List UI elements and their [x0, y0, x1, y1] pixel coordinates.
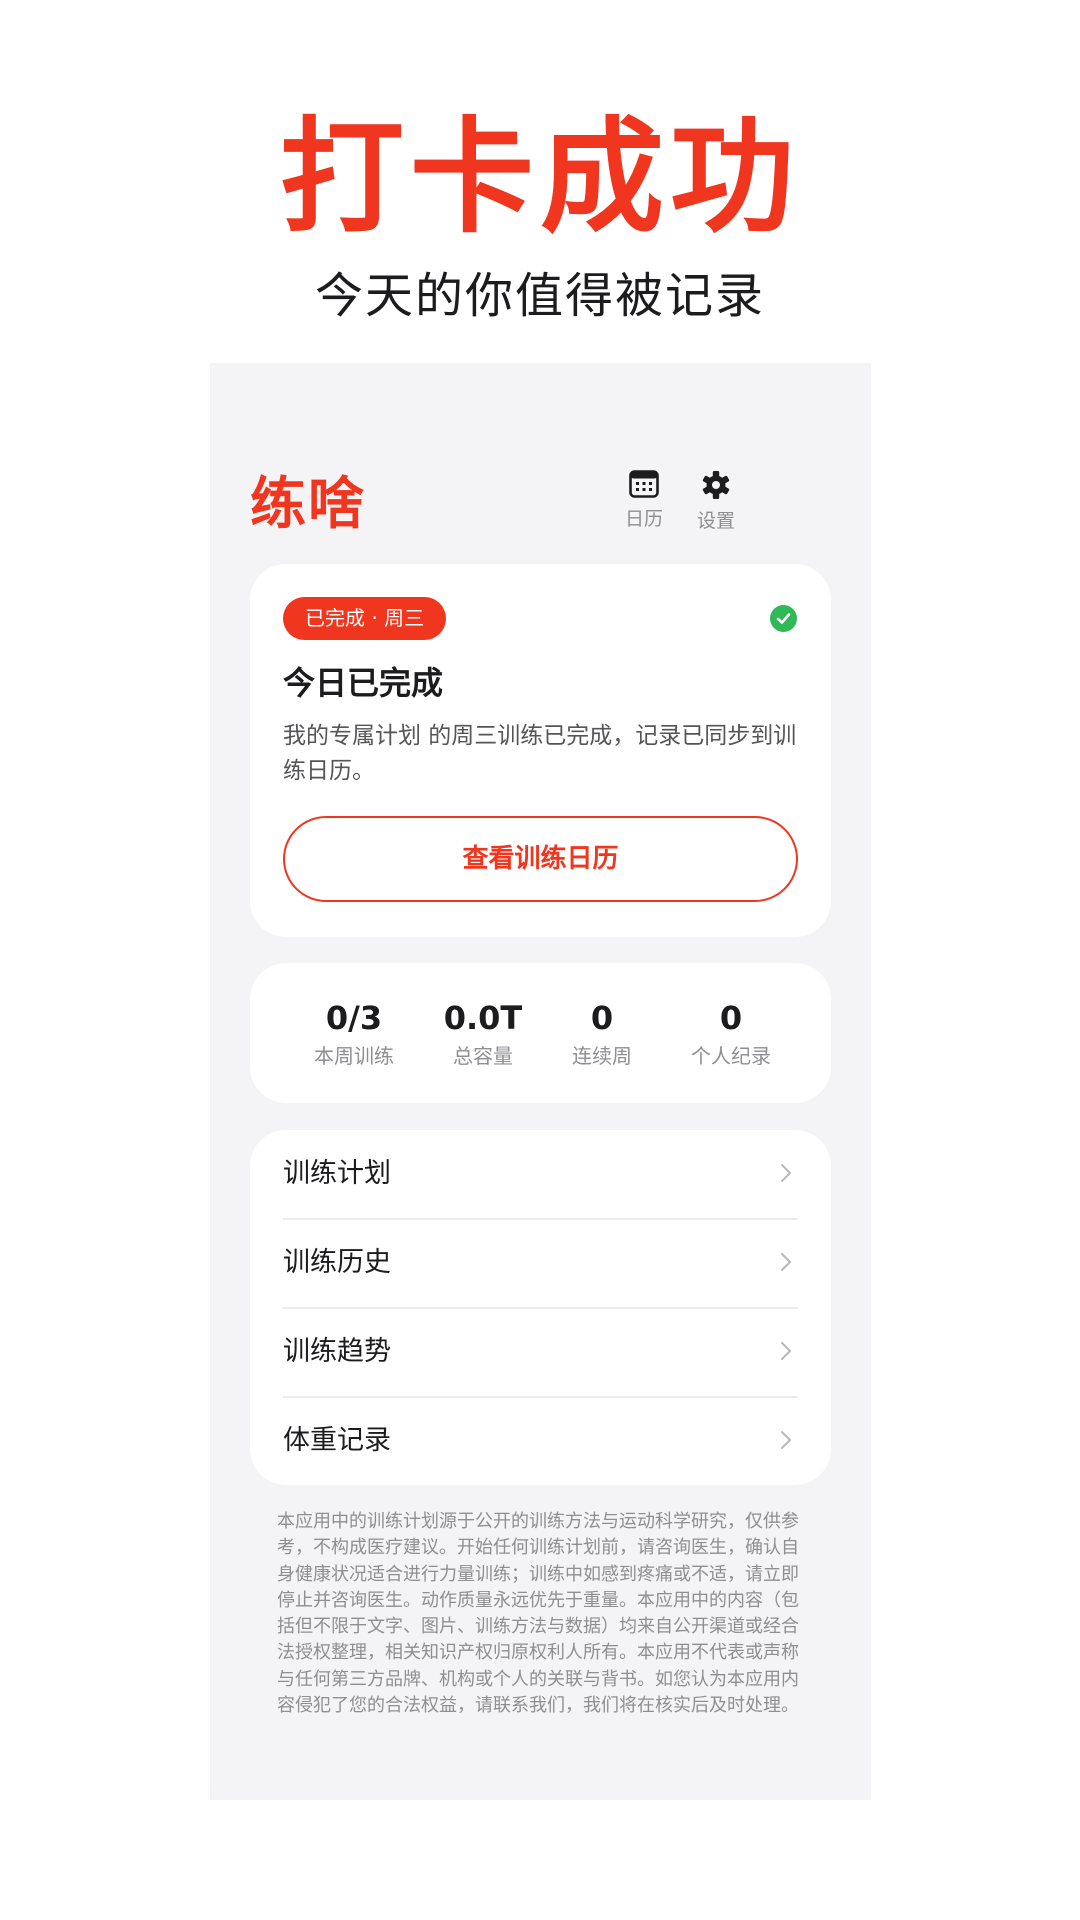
menu-item-label: 训练计划: [283, 1158, 391, 1189]
menu-item-label: 训练历史: [283, 1247, 391, 1278]
today-title: 今日已完成: [283, 664, 444, 702]
today-status-card: 已完成 · 周三 今日已完成 我的专属计划 的周三训练已完成，记录已同步到训练日…: [250, 564, 831, 937]
calendar-label: 日历: [624, 508, 663, 530]
calendar-button[interactable]: 日历: [614, 470, 674, 531]
gear-icon: [702, 471, 730, 499]
stat-value: 0: [590, 999, 614, 1037]
menu-item-weight-log[interactable]: 体重记录: [283, 1397, 798, 1485]
stat-streak-weeks: 0 连续周: [537, 999, 667, 1069]
app-logo: 练啥: [250, 472, 366, 537]
stat-value: 0: [719, 999, 743, 1037]
stat-weekly-training: 0/3 本周训练: [289, 999, 419, 1069]
settings-label: 设置: [696, 510, 735, 532]
chevron-right-icon: [781, 1431, 791, 1449]
hero-subtitle: 今天的你值得被记录: [314, 268, 765, 324]
stat-label: 连续周: [572, 1044, 632, 1068]
menu-item-training-history[interactable]: 训练历史: [283, 1219, 798, 1309]
stat-label: 总容量: [453, 1044, 513, 1068]
stat-value: 0.0T: [443, 999, 523, 1037]
menu-item-label: 体重记录: [283, 1425, 391, 1456]
today-description: 我的专属计划 的周三训练已完成，记录已同步到训练日历。: [283, 723, 797, 784]
stat-total-volume: 0.0T 总容量: [418, 999, 548, 1069]
calendar-icon: [629, 470, 659, 498]
menu-card: 训练计划 训练历史 训练趋势 体重记录: [250, 1130, 831, 1485]
stat-value: 0/3: [325, 999, 383, 1037]
stat-label: 本周训练: [314, 1044, 394, 1068]
stats-card: 0/3 本周训练 0.0T 总容量 0 连续周 0 个人纪录: [250, 963, 831, 1103]
chevron-right-icon: [781, 1164, 791, 1182]
disclaimer-text: 本应用中的训练计划源于公开的训练方法与运动科学研究，仅供参考，不构成医疗建议。开…: [277, 1511, 799, 1717]
status-badge: 已完成 · 周三: [283, 597, 447, 640]
chevron-right-icon: [781, 1342, 791, 1360]
menu-item-training-plan[interactable]: 训练计划: [283, 1130, 798, 1220]
app-screen: 练啥 日历 设置 已完成 · 周三 今日已完成 我的专属计划 的周三训练已完成，…: [210, 363, 871, 1800]
hero-title: 打卡成功: [279, 106, 800, 250]
chevron-right-icon: [781, 1253, 791, 1271]
stat-label: 个人纪录: [691, 1044, 771, 1068]
screen: 打卡成功 今天的你值得被记录 练啥 日历 设置 已完成 · 周三 今日已完成 我…: [0, 0, 1080, 1920]
settings-button[interactable]: 设置: [686, 470, 746, 533]
menu-item-label: 训练趋势: [283, 1336, 391, 1367]
check-circle-icon: [770, 605, 797, 632]
stat-personal-records: 0 个人纪录: [666, 999, 796, 1069]
menu-item-training-trends[interactable]: 训练趋势: [283, 1308, 798, 1398]
view-calendar-button[interactable]: 查看训练日历: [283, 816, 798, 902]
